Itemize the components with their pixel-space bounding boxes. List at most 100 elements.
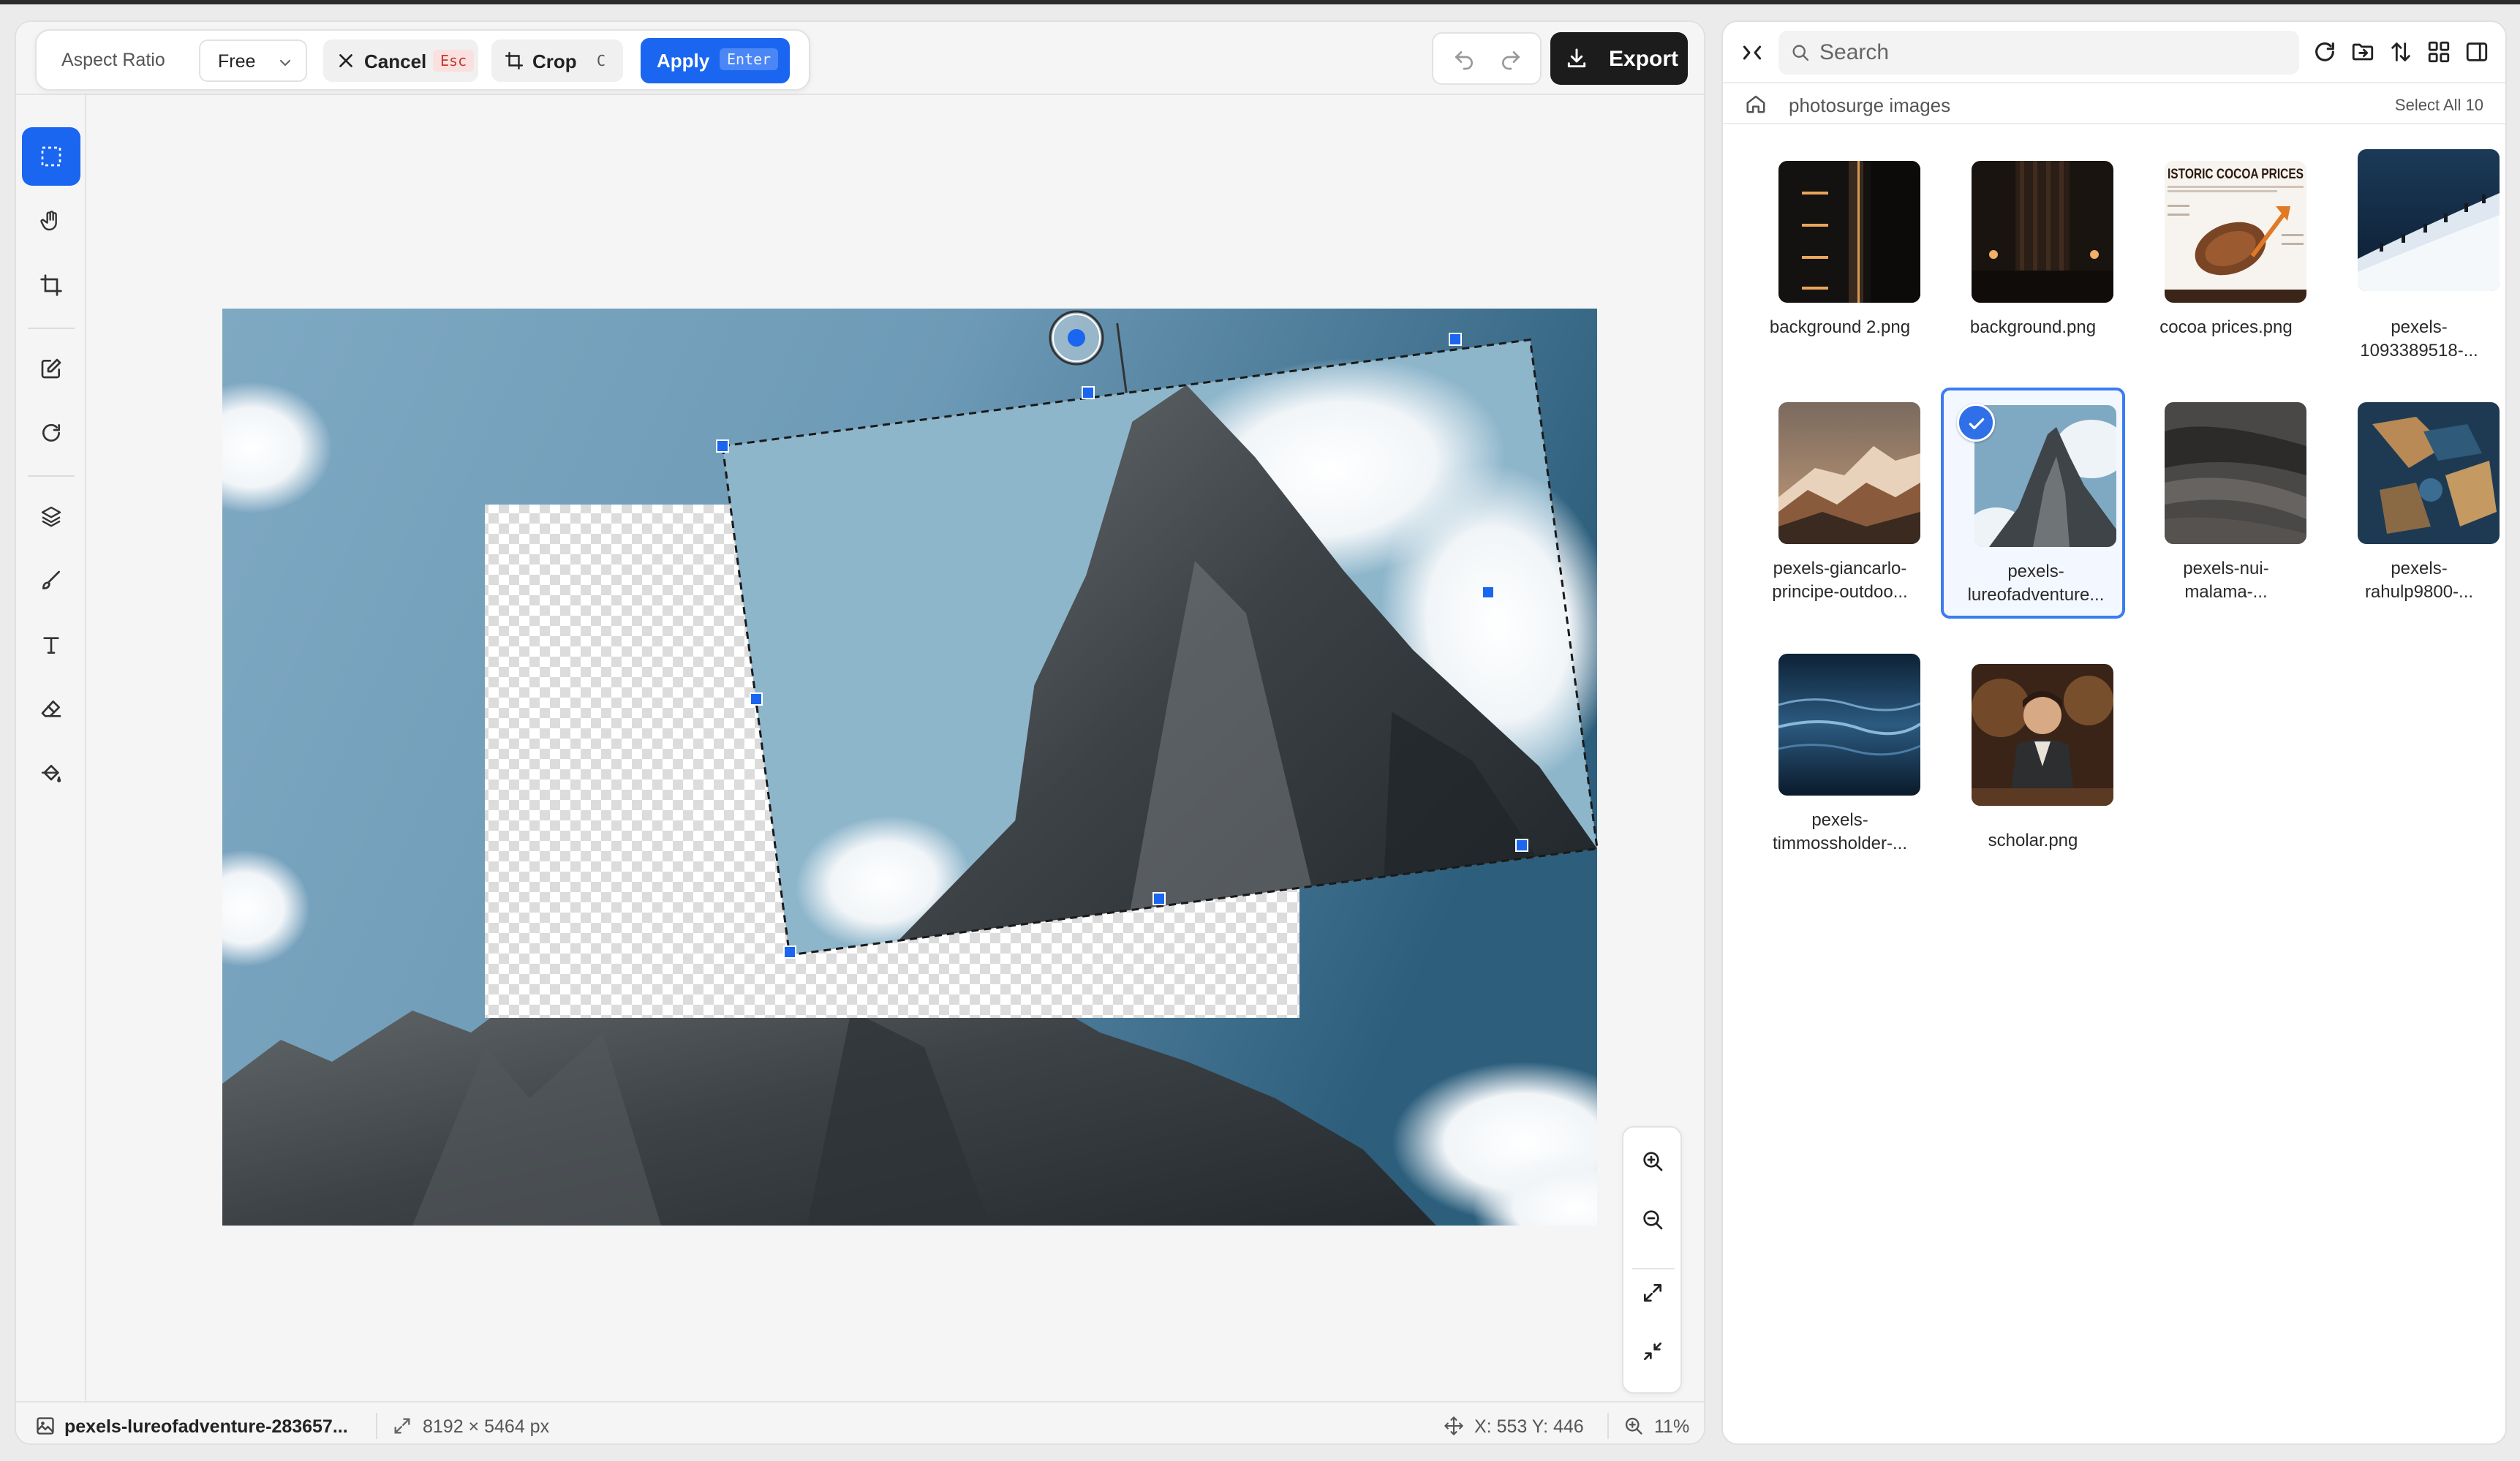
rotate-icon xyxy=(42,423,60,442)
editor-panel: Aspect Ratio Free Cancel Esc Crop C Appl… xyxy=(15,20,1705,1445)
file-thumbnail xyxy=(2358,402,2500,544)
refresh-icon[interactable] xyxy=(2312,39,2337,64)
folder-name[interactable]: photosurge images xyxy=(1789,94,1950,117)
crop-label: Crop xyxy=(532,50,577,72)
chevron-down-icon xyxy=(279,59,291,67)
crop-tool[interactable] xyxy=(22,256,80,314)
file-thumbnail xyxy=(1778,402,1920,544)
aspect-ratio-label: Aspect Ratio xyxy=(61,50,165,70)
files-header xyxy=(1723,22,2505,82)
canvas-area[interactable] xyxy=(88,97,1704,1401)
brush-tool[interactable] xyxy=(22,551,80,610)
zoom-icon xyxy=(1625,1417,1642,1435)
zoom-divider xyxy=(1632,1268,1675,1269)
move-icon xyxy=(1444,1416,1463,1435)
file-thumbnail xyxy=(2358,149,2500,291)
select-tool[interactable] xyxy=(22,127,80,186)
apply-button[interactable]: Apply Enter xyxy=(641,38,790,83)
window-top-border xyxy=(0,0,2520,4)
zoom-out-icon[interactable] xyxy=(1641,1208,1664,1231)
edit-tool[interactable] xyxy=(22,339,80,398)
home-icon[interactable] xyxy=(1745,93,1767,115)
file-name: pexels-timmossholder-... xyxy=(1772,810,1908,853)
grid-view-icon[interactable] xyxy=(2426,39,2451,64)
status-bar: pexels-lureofadventure-283657... 8192 × … xyxy=(16,1401,1704,1443)
fill-tool[interactable] xyxy=(22,744,80,803)
file-name: pexels-nui-malama-... xyxy=(2183,559,2269,602)
status-divider xyxy=(376,1413,377,1439)
fit-screen-icon[interactable] xyxy=(1641,1281,1664,1305)
crop-icon xyxy=(505,51,524,70)
file-thumbnail: ISTORIC COCOA PRICES xyxy=(2165,161,2306,303)
thumb-text: ISTORIC COCOA PRICES xyxy=(2168,167,2304,182)
shrink-icon[interactable] xyxy=(1641,1340,1664,1363)
files-panel: photosurge images Select All 10 backgrou… xyxy=(1721,20,2507,1445)
mountain-photo xyxy=(222,309,1597,1226)
undo-icon[interactable] xyxy=(1452,48,1476,72)
status-cursor-position: X: 553 Y: 446 xyxy=(1474,1416,1584,1437)
edit-square-icon xyxy=(41,358,61,379)
rotate-tool[interactable] xyxy=(22,404,80,462)
file-name: cocoa prices.png xyxy=(2159,317,2293,337)
apply-label: Apply xyxy=(657,50,710,72)
file-name: background.png xyxy=(1969,317,2097,337)
layers-tool[interactable] xyxy=(22,487,80,545)
file-tile[interactable]: pexels-giancarlo-principe-outdoo... xyxy=(1748,388,1932,619)
file-name: pexels-rahulp9800-... xyxy=(2364,559,2474,602)
search-box xyxy=(1778,31,2299,75)
file-tile[interactable]: background 2.png xyxy=(1748,146,1932,377)
file-name: pexels-giancarlo-principe-outdoo... xyxy=(1772,559,1908,602)
sort-icon[interactable] xyxy=(2388,39,2413,64)
file-thumbnail xyxy=(1972,664,2113,806)
file-tile[interactable]: background.png xyxy=(1941,146,2125,377)
close-icon xyxy=(339,54,352,67)
zoom-in-icon[interactable] xyxy=(1641,1149,1664,1173)
select-all-button[interactable]: Select All 10 xyxy=(2395,96,2483,115)
file-tile[interactable]: ISTORIC COCOA PRICES cocoa prices.png xyxy=(2134,146,2318,377)
file-tile[interactable]: pexels-nui-malama-... xyxy=(2134,388,2318,619)
collapse-panel-icon[interactable] xyxy=(1740,41,1764,64)
redo-icon[interactable] xyxy=(1499,48,1523,72)
text-icon xyxy=(43,637,59,654)
file-tile[interactable]: pexels-timmossholder-... xyxy=(1748,639,1932,870)
file-name: background 2.png xyxy=(1769,317,1911,337)
status-zoom-level: 11% xyxy=(1654,1416,1690,1437)
file-thumbnail xyxy=(1778,654,1920,796)
top-toolbar: Aspect Ratio Free Cancel Esc Crop C Appl… xyxy=(16,22,1704,95)
file-tile[interactable]: pexels- 1093389518-... xyxy=(2327,146,2505,377)
cancel-label: Cancel xyxy=(364,50,427,72)
status-dimensions: 8192 × 5464 px xyxy=(423,1416,550,1437)
file-thumbnail xyxy=(2165,402,2306,544)
file-name: pexels- 1093389518-... xyxy=(2360,317,2478,360)
export-button[interactable]: Export xyxy=(1550,32,1688,85)
file-thumbnail xyxy=(1778,161,1920,303)
cancel-button[interactable]: Cancel Esc xyxy=(323,39,478,82)
file-tile-selected[interactable]: pexels-lureofadventure... xyxy=(1941,388,2125,619)
eraser-icon xyxy=(41,701,61,717)
file-tile[interactable]: scholar.png xyxy=(1941,639,2125,870)
hand-icon xyxy=(40,211,57,231)
crop-button[interactable]: Crop C xyxy=(491,39,623,82)
file-tile[interactable]: pexels-rahulp9800-... xyxy=(2327,388,2505,619)
download-icon xyxy=(1567,48,1586,68)
hand-tool[interactable] xyxy=(22,192,80,250)
eraser-tool[interactable] xyxy=(22,680,80,739)
status-file-name: pexels-lureofadventure-283657... xyxy=(64,1416,348,1437)
brush-icon xyxy=(42,570,60,589)
search-icon xyxy=(1792,45,1809,61)
status-divider xyxy=(1607,1413,1609,1439)
resize-icon xyxy=(394,1418,410,1434)
file-thumbnail xyxy=(1974,405,2116,547)
text-tool[interactable] xyxy=(22,616,80,674)
aspect-ratio-select[interactable]: Free xyxy=(199,39,307,82)
canvas-image[interactable] xyxy=(222,309,1597,1226)
folder-move-icon[interactable] xyxy=(2350,39,2375,64)
crop-icon xyxy=(40,274,62,296)
search-input[interactable] xyxy=(1819,38,2287,67)
file-thumbnail xyxy=(1972,161,2113,303)
paint-bucket-icon xyxy=(41,765,61,782)
cancel-shortcut: Esc xyxy=(433,50,475,72)
image-icon xyxy=(37,1417,54,1435)
breadcrumb: photosurge images Select All 10 xyxy=(1723,82,2505,124)
sidebar-toggle-icon[interactable] xyxy=(2464,39,2489,64)
